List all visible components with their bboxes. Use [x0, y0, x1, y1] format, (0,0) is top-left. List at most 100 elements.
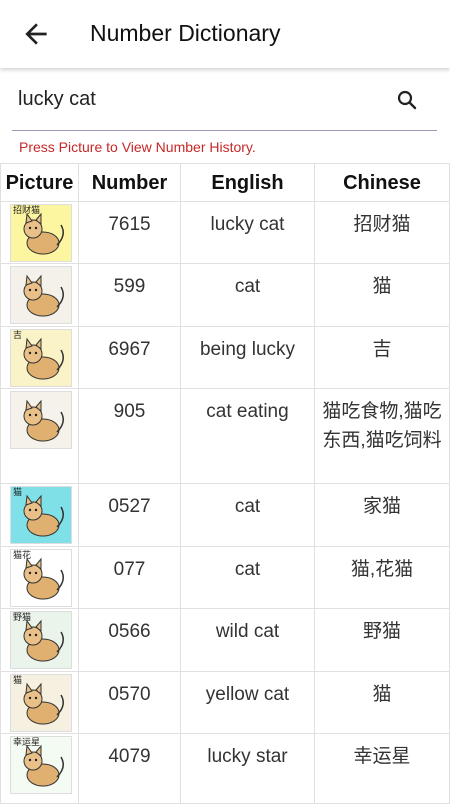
- number-cell: 4079: [79, 734, 181, 804]
- english-cell: lucky star: [181, 734, 315, 804]
- search-bar[interactable]: lucky cat: [12, 74, 437, 131]
- col-header-picture: Picture: [0, 163, 79, 202]
- english-cell-text: cat: [234, 276, 261, 297]
- english-cell-text: wild cat: [215, 621, 280, 642]
- english-cell-text: cat eating: [206, 401, 289, 422]
- english-cell: yellow cat: [181, 672, 315, 734]
- chinese-cell: 猫: [315, 264, 450, 327]
- table-row: 猫 0570 yellow cat 猫: [0, 672, 450, 734]
- cat-picture-thumbnail[interactable]: 幸运星: [10, 736, 72, 794]
- english-cell: cat: [181, 264, 315, 327]
- table-row: 猫花 077 cat 猫,花猫: [0, 547, 450, 609]
- chinese-cell: 猫: [315, 672, 450, 734]
- picture-cell: 吉: [0, 327, 79, 389]
- table-row: 599 cat 猫: [0, 264, 450, 327]
- chinese-cell: 招财猫: [315, 202, 450, 264]
- number-cell: 599: [79, 264, 181, 327]
- english-cell: cat eating: [181, 389, 315, 484]
- english-cell: wild cat: [181, 609, 315, 672]
- picture-cell: 幸运星: [0, 734, 79, 804]
- cat-picture-thumbnail[interactable]: 吉: [10, 329, 72, 387]
- chinese-cell: 吉: [315, 327, 450, 389]
- english-cell-text: cat: [234, 559, 261, 580]
- picture-caption: 猫: [13, 676, 23, 686]
- cat-picture-thumbnail[interactable]: 招财猫: [10, 204, 72, 262]
- number-cell-text: 0527: [108, 496, 151, 517]
- chinese-cell-text: 野猫: [362, 621, 401, 642]
- picture-caption: 猫: [13, 488, 23, 498]
- table-row: 招财猫 7615 lucky cat 招财猫: [0, 202, 450, 264]
- picture-caption: 招财猫: [13, 206, 41, 216]
- picture-caption: 野猫: [13, 613, 32, 623]
- cat-picture-thumbnail[interactable]: 野猫: [10, 611, 72, 669]
- picture-caption: 幸运星: [13, 738, 41, 748]
- chinese-cell-text: 家猫: [362, 496, 401, 517]
- table-header: Picture Number English Chinese: [0, 163, 450, 202]
- table-row: 905 cat eating 猫吃食物,猫吃东西,猫吃饲料: [0, 389, 450, 484]
- picture-cell: 猫花: [0, 547, 79, 609]
- chinese-cell-text: 吉: [372, 339, 392, 360]
- number-cell-text: 7615: [108, 214, 151, 235]
- arrow-left-icon[interactable]: [20, 18, 52, 50]
- col-header-english: English: [181, 163, 315, 202]
- english-cell: cat: [181, 547, 315, 609]
- english-cell-text: lucky cat: [210, 214, 285, 235]
- search-input[interactable]: lucky cat: [18, 88, 96, 111]
- chinese-cell-text: 招财猫: [353, 214, 411, 235]
- chinese-cell: 幸运星: [315, 734, 450, 804]
- page-title: Number Dictionary: [90, 20, 281, 46]
- english-cell: cat: [181, 484, 315, 547]
- number-cell: 0527: [79, 484, 181, 547]
- number-cell: 077: [79, 547, 181, 609]
- picture-cell: 猫: [0, 484, 79, 547]
- english-cell-text: being lucky: [199, 339, 296, 360]
- table-row: 幸运星 4079 lucky star 幸运星: [0, 734, 450, 804]
- app-bar: Number Dictionary: [0, 0, 450, 68]
- number-cell-text: 0566: [108, 621, 151, 642]
- picture-caption: 猫花: [13, 551, 32, 561]
- cat-picture-thumbnail[interactable]: [10, 266, 72, 324]
- english-cell: being lucky: [181, 327, 315, 389]
- search-icon[interactable]: [395, 88, 419, 112]
- number-cell-text: 6967: [108, 339, 151, 360]
- chinese-cell: 野猫: [315, 609, 450, 672]
- number-cell: 0570: [79, 672, 181, 734]
- number-cell: 0566: [79, 609, 181, 672]
- picture-cell: [0, 264, 79, 327]
- number-cell: 905: [79, 389, 181, 484]
- chinese-cell-text: 猫: [372, 276, 392, 297]
- chinese-cell: 猫吃食物,猫吃东西,猫吃饲料: [315, 389, 450, 484]
- chinese-cell-text: 猫,花猫: [350, 559, 414, 580]
- cat-drawing-icon: [23, 274, 64, 317]
- col-header-chinese: Chinese: [315, 163, 450, 202]
- number-cell-text: 077: [113, 559, 146, 580]
- picture-cell: [0, 389, 79, 484]
- history-hint: Press Picture to View Number History.: [19, 139, 256, 155]
- cat-picture-thumbnail[interactable]: 猫: [10, 674, 72, 732]
- table-row: 猫 0527 cat 家猫: [0, 484, 450, 547]
- cat-drawing-icon: [23, 399, 64, 442]
- table-row: 吉 6967 being lucky 吉: [0, 327, 450, 389]
- english-cell-text: lucky star: [207, 746, 288, 767]
- english-cell-text: cat: [234, 496, 261, 517]
- chinese-cell-text: 猫: [372, 684, 392, 705]
- number-cell: 6967: [79, 327, 181, 389]
- number-cell-text: 0570: [108, 684, 151, 705]
- number-cell: 7615: [79, 202, 181, 264]
- english-cell-text: yellow cat: [205, 684, 290, 705]
- number-cell-text: 905: [113, 401, 146, 422]
- cat-picture-thumbnail[interactable]: [10, 391, 72, 449]
- picture-cell: 野猫: [0, 609, 79, 672]
- chinese-cell-text: 幸运星: [353, 746, 411, 767]
- picture-caption: 吉: [13, 331, 23, 341]
- cat-picture-thumbnail[interactable]: 猫: [10, 486, 72, 544]
- chinese-cell: 家猫: [315, 484, 450, 547]
- cat-picture-thumbnail[interactable]: 猫花: [10, 549, 72, 607]
- chinese-cell-text: 猫吃食物,猫吃东西,猫吃饲料: [322, 401, 442, 451]
- chinese-cell: 猫,花猫: [315, 547, 450, 609]
- table-row: 野猫 0566 wild cat 野猫: [0, 609, 450, 672]
- col-header-number: Number: [79, 163, 181, 202]
- picture-cell: 猫: [0, 672, 79, 734]
- picture-cell: 招财猫: [0, 202, 79, 264]
- number-cell-text: 4079: [108, 746, 151, 767]
